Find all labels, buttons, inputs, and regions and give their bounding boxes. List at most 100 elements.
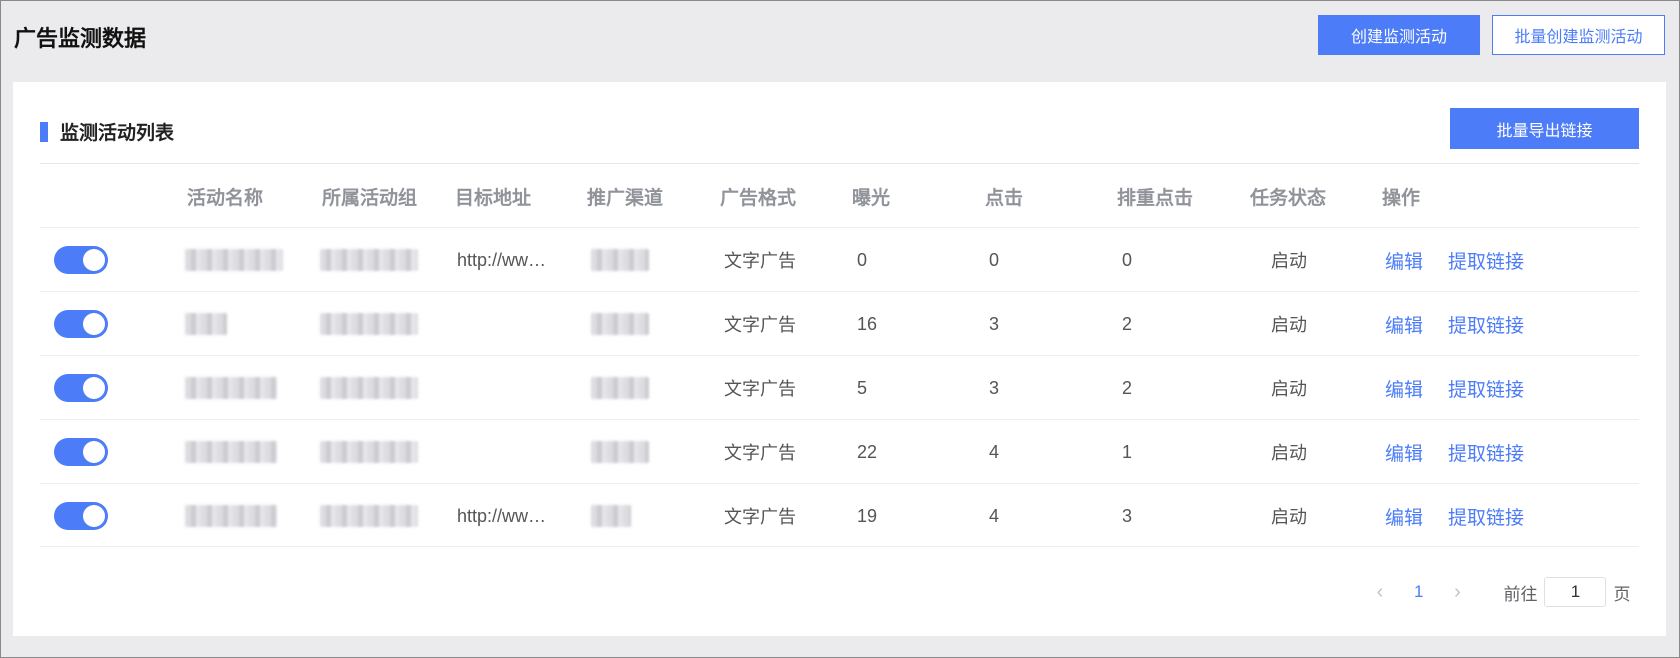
get-link-link[interactable]: 提取链接 [1448,311,1524,338]
status-cell: 启动 [1271,251,1307,271]
batch-export-links-button[interactable]: 批量导出链接 [1450,108,1639,149]
column-header-name: 活动名称 [187,188,264,209]
redacted-text [320,505,418,527]
impressions-cell: 5 [857,377,868,398]
toggle-knob [83,249,105,271]
clicks-cell: 3 [989,313,1000,334]
toggle-knob [83,441,105,463]
page-title: 广告监测数据 [14,26,147,51]
get-link-link[interactable]: 提取链接 [1448,439,1524,466]
campaign-name-cell [185,292,227,356]
clicks-cell: 0 [989,249,1000,270]
unique-clicks-cell: 3 [1122,505,1133,526]
toggle-knob [83,505,105,527]
actions-cell: 编辑 提取链接 [1385,228,1524,292]
campaign-list-panel: 监测活动列表 批量导出链接 活动名称 所属活动组 目标地址 推广渠道 广告格式 … [13,82,1666,636]
ad-format-cell: 文字广告 [724,251,796,271]
redacted-text [591,249,649,271]
table-row: 文字广告 5 3 2 启动 编辑 提取链接 [40,355,1639,419]
impressions-cell: 0 [857,249,868,270]
redacted-text [185,441,277,463]
create-campaign-button[interactable]: 创建监测活动 [1318,15,1480,55]
target-url-cell: http://ww… [457,249,547,270]
clicks-cell: 3 [989,377,1000,398]
redacted-text [320,313,418,335]
section-title: 监测活动列表 [60,123,175,144]
column-header-group: 所属活动组 [322,188,418,209]
toggle-knob [83,313,105,335]
edit-link[interactable]: 编辑 [1385,311,1423,338]
campaign-name-cell [185,228,283,292]
clicks-cell: 4 [989,441,1000,462]
channel-cell [591,228,649,292]
chevron-left-icon[interactable]: ‹ [1372,581,1388,604]
table-row: 文字广告 16 3 2 启动 编辑 提取链接 [40,291,1639,355]
column-header-actions: 操作 [1382,188,1421,209]
column-header-unique-clicks: 排重点击 [1117,188,1194,209]
campaign-group-cell [320,228,418,292]
channel-cell [591,292,649,356]
row-toggle-cell [54,356,108,420]
edit-link[interactable]: 编辑 [1385,439,1423,466]
impressions-cell: 22 [857,441,878,462]
actions-cell: 编辑 提取链接 [1385,484,1524,548]
ad-format-cell: 文字广告 [724,315,796,335]
redacted-text [185,377,277,399]
redacted-text [591,441,649,463]
redacted-text [185,505,277,527]
edit-link[interactable]: 编辑 [1385,247,1423,274]
redacted-text [185,249,283,271]
campaign-name-cell [185,484,277,548]
ad-format-cell: 文字广告 [724,507,796,527]
status-cell: 启动 [1271,379,1307,399]
edit-link[interactable]: 编辑 [1385,503,1423,530]
clicks-cell: 4 [989,505,1000,526]
section-accent-bar [40,121,48,142]
status-cell: 启动 [1271,443,1307,463]
redacted-text [591,313,649,335]
get-link-link[interactable]: 提取链接 [1448,375,1524,402]
redacted-text [591,505,631,527]
enable-toggle[interactable] [54,246,108,274]
enable-toggle[interactable] [54,438,108,466]
redacted-text [591,377,649,399]
enable-toggle[interactable] [54,374,108,402]
pagination: ‹ 1 › 前往 页 [1372,575,1630,609]
column-header-impressions: 曝光 [852,188,891,209]
channel-cell [591,420,649,484]
channel-cell [591,356,649,420]
redacted-text [320,377,418,399]
column-header-channel: 推广渠道 [587,188,664,209]
enable-toggle[interactable] [54,310,108,338]
row-toggle-cell [54,484,108,548]
table-row: http://ww… 文字广告 0 0 0 启动 编辑 提取链接 [40,227,1639,291]
target-url-cell: http://ww… [457,505,547,526]
actions-cell: 编辑 提取链接 [1385,356,1524,420]
goto-page-input[interactable] [1544,577,1607,607]
campaign-group-cell [320,484,418,548]
column-header-format: 广告格式 [720,188,797,209]
redacted-text [320,249,418,271]
impressions-cell: 19 [857,505,878,526]
status-cell: 启动 [1271,315,1307,335]
get-link-link[interactable]: 提取链接 [1448,247,1524,274]
row-toggle-cell [54,420,108,484]
campaign-group-cell [320,292,418,356]
campaign-name-cell [185,356,277,420]
actions-cell: 编辑 提取链接 [1385,292,1524,356]
unique-clicks-cell: 0 [1122,249,1133,270]
channel-cell [591,484,631,548]
unique-clicks-cell: 2 [1122,377,1133,398]
unique-clicks-cell: 2 [1122,313,1133,334]
enable-toggle[interactable] [54,502,108,530]
get-link-link[interactable]: 提取链接 [1448,503,1524,530]
row-toggle-cell [54,228,108,292]
page-number[interactable]: 1 [1414,582,1423,602]
edit-link[interactable]: 编辑 [1385,375,1423,402]
redacted-text [185,313,227,335]
campaign-name-cell [185,420,277,484]
batch-create-campaign-button[interactable]: 批量创建监测活动 [1492,15,1665,55]
impressions-cell: 16 [857,313,878,334]
chevron-right-icon[interactable]: › [1449,581,1465,604]
column-header-status: 任务状态 [1250,188,1327,209]
